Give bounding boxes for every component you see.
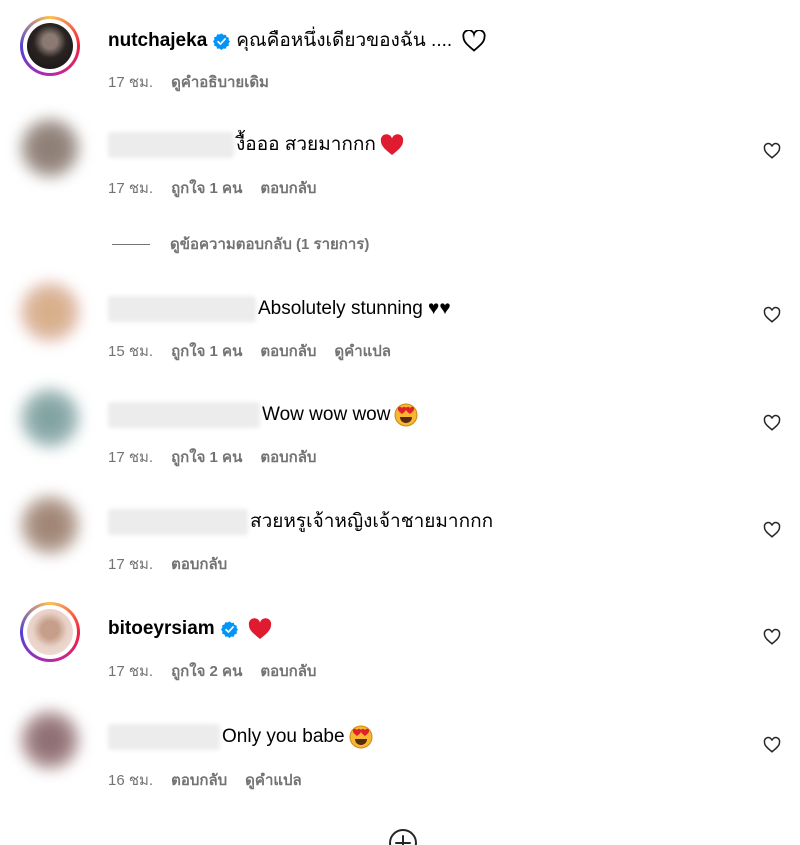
likes-count[interactable]: ถูกใจ 1 คน: [171, 445, 242, 469]
comment-row: Absolutely stunning ♥♥ 15 ชม. ถูกใจ 1 คน…: [0, 282, 800, 372]
comment-meta: 17 ชม. ถูกใจ 2 คน ตอบกลับ: [108, 659, 316, 683]
reply-button[interactable]: ตอบกลับ: [260, 176, 316, 200]
view-replies-button[interactable]: ดูข้อความตอบกลับ (1 รายการ): [112, 232, 369, 256]
like-heart-icon[interactable]: [763, 521, 781, 539]
comment-text: Only you babe: [222, 726, 345, 747]
blurred-username[interactable]: [108, 132, 234, 158]
like-heart-icon[interactable]: [763, 414, 781, 432]
reply-button[interactable]: ตอบกลับ: [260, 445, 316, 469]
caption-text: คุณคือหนึ่งเดียวของฉัน ....: [236, 30, 453, 51]
translate-button[interactable]: ดูคำแปล: [245, 768, 302, 792]
likes-count[interactable]: ถูกใจ 1 คน: [171, 339, 242, 363]
comment-text: สวยหรูเจ้าหญิงเจ้าชายมากกก: [250, 511, 494, 532]
username[interactable]: bitoeyrsiam: [108, 616, 215, 642]
verified-badge-icon: [213, 32, 231, 50]
heart-outline-icon: [462, 30, 486, 52]
timestamp[interactable]: 15 ชม.: [108, 339, 153, 363]
load-more-comments-icon[interactable]: [387, 827, 419, 845]
red-heart-icon: [248, 618, 271, 639]
comment-line: Absolutely stunning ♥♥: [108, 296, 451, 322]
comment-text: Wow wow wow: [262, 404, 391, 425]
caption-row: nutchajeka คุณคือหนึ่งเดียวของฉัน .... 1…: [0, 16, 800, 96]
blurred-username[interactable]: [108, 402, 260, 428]
see-original-button[interactable]: ดูคำอธิบายเดิม: [171, 70, 269, 94]
avatar[interactable]: [20, 118, 80, 178]
caption-line: nutchajeka คุณคือหนึ่งเดียวของฉัน ....: [108, 28, 486, 54]
like-heart-icon[interactable]: [763, 628, 781, 646]
comment-line: สวยหรูเจ้าหญิงเจ้าชายมากกก: [108, 509, 493, 535]
comment-meta: 17 ชม. ถูกใจ 1 คน ตอบกลับ: [108, 445, 316, 469]
avatar[interactable]: [20, 495, 80, 555]
comment-row: งื้อออ สวยมากกก 17 ชม. ถูกใจ 1 คน ตอบกลั…: [0, 118, 800, 208]
comment-text: Absolutely stunning ♥♥: [258, 298, 451, 319]
comment-text: งื้อออ สวยมากกก: [236, 134, 376, 155]
like-heart-icon[interactable]: [763, 142, 781, 160]
comment-row: bitoeyrsiam 17 ชม. ถูกใจ 2 คน ตอบกลับ: [0, 602, 800, 692]
username[interactable]: nutchajeka: [108, 28, 207, 54]
avatar[interactable]: [20, 602, 80, 662]
translate-button[interactable]: ดูคำแปล: [334, 339, 391, 363]
comment-row: Wow wow wow 17 ชม. ถูกใจ 1 คน ตอบกลับ: [0, 388, 800, 478]
comment-meta: 16 ชม. ตอบกลับ ดูคำแปล: [108, 768, 302, 792]
comment-row: สวยหรูเจ้าหญิงเจ้าชายมากกก 17 ชม. ตอบกลั…: [0, 495, 800, 585]
timestamp[interactable]: 17 ชม.: [108, 659, 153, 683]
timestamp[interactable]: 17 ชม.: [108, 445, 153, 469]
divider: [112, 243, 150, 245]
view-replies-label: ดูข้อความตอบกลับ (1 รายการ): [170, 236, 370, 253]
timestamp[interactable]: 17 ชม.: [108, 176, 153, 200]
like-heart-icon[interactable]: [763, 736, 781, 754]
red-heart-icon: [380, 134, 404, 155]
comment-line: bitoeyrsiam: [108, 616, 272, 642]
avatar[interactable]: [20, 710, 80, 770]
heart-eyes-emoji-icon: [349, 725, 373, 749]
timestamp[interactable]: 16 ชม.: [108, 768, 153, 792]
comment-row: Only you babe 16 ชม. ตอบกลับ ดูคำแปล: [0, 710, 800, 800]
likes-count[interactable]: ถูกใจ 1 คน: [171, 176, 242, 200]
comment-line: Only you babe: [108, 724, 373, 750]
timestamp[interactable]: 17 ชม.: [108, 552, 153, 576]
reply-button[interactable]: ตอบกลับ: [171, 768, 227, 792]
comment-meta: 15 ชม. ถูกใจ 1 คน ตอบกลับ ดูคำแปล: [108, 339, 391, 363]
blurred-username[interactable]: [108, 296, 256, 322]
comment-meta: 17 ชม. ตอบกลับ: [108, 552, 227, 576]
avatar[interactable]: [20, 388, 80, 448]
likes-count[interactable]: ถูกใจ 2 คน: [171, 659, 242, 683]
avatar[interactable]: [20, 16, 80, 76]
blurred-username[interactable]: [108, 509, 248, 535]
verified-badge-icon: [220, 620, 238, 638]
reply-button[interactable]: ตอบกลับ: [171, 552, 227, 576]
comments-panel: nutchajeka คุณคือหนึ่งเดียวของฉัน .... 1…: [0, 0, 800, 845]
caption-meta: 17 ชม. ดูคำอธิบายเดิม: [108, 70, 269, 94]
comment-line: งื้อออ สวยมากกก: [108, 132, 404, 158]
heart-eyes-emoji-icon: [394, 403, 418, 427]
comment-meta: 17 ชม. ถูกใจ 1 คน ตอบกลับ: [108, 176, 316, 200]
reply-button[interactable]: ตอบกลับ: [260, 339, 316, 363]
blurred-username[interactable]: [108, 724, 220, 750]
like-heart-icon[interactable]: [763, 306, 781, 324]
avatar[interactable]: [20, 282, 80, 342]
timestamp[interactable]: 17 ชม.: [108, 70, 153, 94]
reply-button[interactable]: ตอบกลับ: [260, 659, 316, 683]
comment-line: Wow wow wow: [108, 402, 418, 428]
